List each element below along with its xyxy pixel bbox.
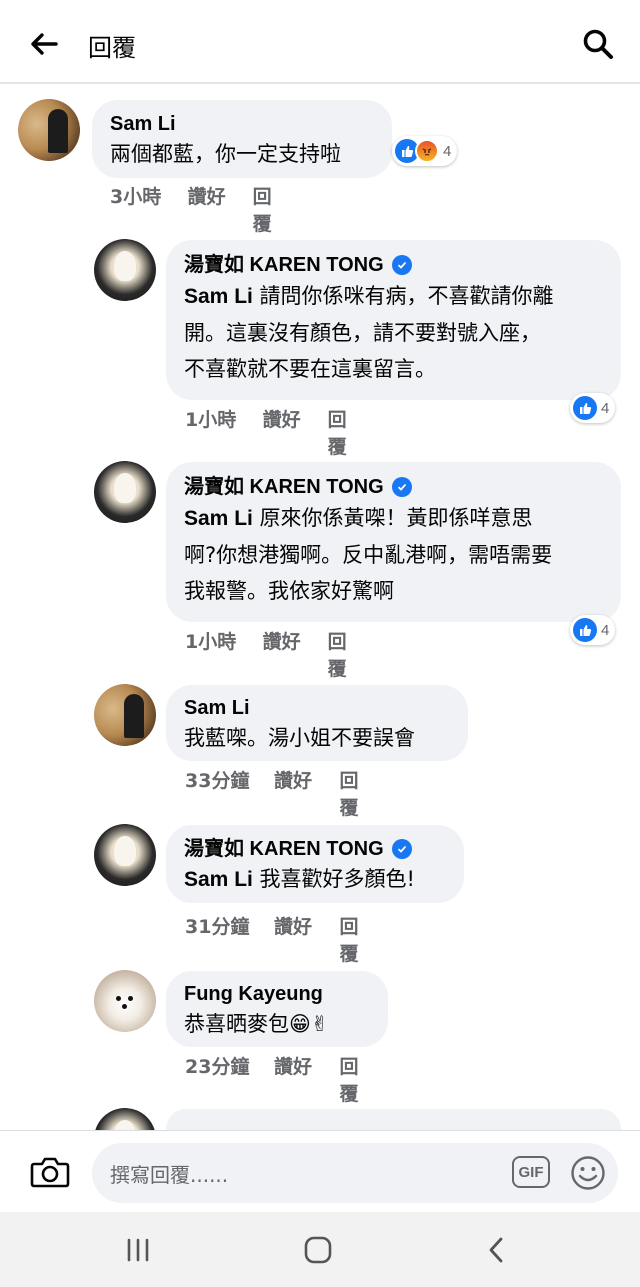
recent-apps-button[interactable] — [116, 1230, 160, 1270]
comment-text: Sam Li 請問你係咪有病，不喜歡請你離 開。這裏沒有顏色，請不要對號入座， … — [184, 284, 554, 381]
comment-author[interactable]: Sam Li — [184, 695, 450, 721]
search-icon — [583, 29, 613, 59]
back-arrow-icon — [31, 33, 58, 55]
back-chevron-icon — [489, 1237, 503, 1263]
reply-input-placeholder: 撰寫回覆...... — [110, 1163, 229, 1187]
like-button[interactable]: 讚好 — [274, 766, 339, 820]
comment-bubble: Sam Li 我藍㗎。湯小姐不要誤會 — [166, 685, 468, 761]
comment-time: 23分鐘 — [185, 1056, 250, 1078]
avatar[interactable] — [18, 99, 80, 161]
reply-button[interactable]: 回覆 — [253, 182, 287, 236]
back-button[interactable] — [22, 22, 66, 66]
reaction-count: 4 — [601, 621, 610, 639]
camera-icon — [30, 1157, 70, 1188]
comment-author[interactable]: Sam Li — [110, 111, 374, 137]
comment-author[interactable]: 湯寶如 KAREN TONG — [184, 474, 603, 500]
reaction-summary[interactable]: 4 — [392, 136, 458, 166]
avatar[interactable] — [94, 461, 156, 523]
reaction-count: 4 — [443, 142, 452, 160]
comment-bubble: 湯寶如 KAREN TONG Sam Li 原來你係黃㗎！黃即係咩意思 啊?你想… — [166, 462, 621, 622]
camera-button[interactable] — [28, 1151, 72, 1193]
gif-button[interactable]: GIF — [512, 1156, 550, 1188]
comment-meta: 1小時 讚好 回覆 — [185, 405, 362, 459]
avatar[interactable] — [94, 684, 156, 746]
comment-time: 1小時 — [185, 409, 237, 431]
comment-author[interactable]: Fung Kayeung — [184, 981, 370, 1007]
comment-meta: 31分鐘 讚好 回覆 — [185, 912, 374, 966]
reply-input[interactable]: 撰寫回覆...... GIF — [92, 1143, 618, 1203]
search-button[interactable] — [576, 22, 620, 66]
top-bar: 回覆 — [0, 0, 640, 84]
comment-author[interactable]: 湯寶如 KAREN TONG — [184, 836, 446, 862]
mention-link[interactable]: Sam Li — [184, 285, 253, 308]
comment-text: Sam Li 我喜歡好多顏色! — [184, 867, 415, 891]
comment-text: 恭喜晒麥包😁✌ — [184, 1012, 329, 1036]
verified-badge-icon — [391, 839, 412, 859]
reply-button[interactable]: 回覆 — [339, 912, 374, 966]
reply-button[interactable]: 回覆 — [328, 405, 362, 459]
reply-button[interactable]: 回覆 — [339, 1052, 374, 1106]
comment-time: 1小時 — [185, 631, 237, 653]
compose-bar: 撰寫回覆...... GIF — [0, 1130, 640, 1212]
like-button[interactable]: 讚好 — [263, 405, 328, 459]
reaction-summary[interactable]: 4 — [570, 615, 616, 645]
comment-time: 3小時 — [110, 186, 162, 208]
verified-badge-icon — [391, 255, 412, 275]
emoji-icon[interactable] — [570, 1155, 606, 1191]
comment-bubble: Fung Kayeung 恭喜晒麥包😁✌ — [166, 971, 388, 1047]
avatar[interactable] — [94, 970, 156, 1032]
like-button[interactable]: 讚好 — [188, 182, 253, 236]
nav-back-button[interactable] — [474, 1230, 518, 1270]
comment-text: Sam Li 原來你係黃㗎！黃即係咩意思 啊?你想港獨啊。反中亂港啊，需唔需要 … — [184, 506, 553, 603]
comment-bubble: 湯寶如 KAREN TONG Sam Li 請問你係咪有病，不喜歡請你離 開。這… — [166, 240, 621, 400]
reaction-count: 4 — [601, 399, 610, 417]
mention-link[interactable]: Sam Li — [184, 507, 253, 530]
like-button[interactable]: 讚好 — [274, 912, 339, 966]
system-nav-bar — [0, 1212, 640, 1287]
home-icon — [304, 1236, 332, 1264]
comment-meta: 23分鐘 讚好 回覆 — [185, 1052, 374, 1106]
page-title: 回覆 — [88, 34, 136, 62]
reply-button[interactable]: 回覆 — [328, 627, 362, 681]
like-button[interactable]: 讚好 — [274, 1052, 339, 1106]
recent-apps-icon — [127, 1238, 149, 1262]
reply-button[interactable]: 回覆 — [339, 766, 374, 820]
comment-author[interactable]: 湯寶如 KAREN TONG — [184, 252, 603, 278]
comment-meta: 3小時 讚好 回覆 — [110, 182, 287, 236]
verified-badge-icon — [391, 477, 412, 497]
reaction-summary[interactable]: 4 — [570, 393, 616, 423]
comment-bubble: 湯寶如 KAREN TONG Sam Li 我喜歡好多顏色! — [166, 825, 464, 903]
comment-text: 我藍㗎。湯小姐不要誤會 — [184, 726, 415, 750]
mention-link[interactable]: Sam Li — [184, 868, 253, 891]
comment-meta: 33分鐘 讚好 回覆 — [185, 766, 374, 820]
avatar[interactable] — [94, 239, 156, 301]
comment-meta: 1小時 讚好 回覆 — [185, 627, 362, 681]
avatar[interactable] — [94, 824, 156, 886]
comment-text: 兩個都藍，你一定支持啦 — [110, 142, 341, 166]
comment-time: 31分鐘 — [185, 916, 250, 938]
comment-bubble: Sam Li 兩個都藍，你一定支持啦 — [92, 100, 392, 178]
like-button[interactable]: 讚好 — [263, 627, 328, 681]
comment-time: 33分鐘 — [185, 770, 250, 792]
like-icon — [573, 396, 597, 420]
home-button[interactable] — [296, 1230, 340, 1270]
angry-icon — [415, 139, 439, 163]
like-icon — [573, 618, 597, 642]
